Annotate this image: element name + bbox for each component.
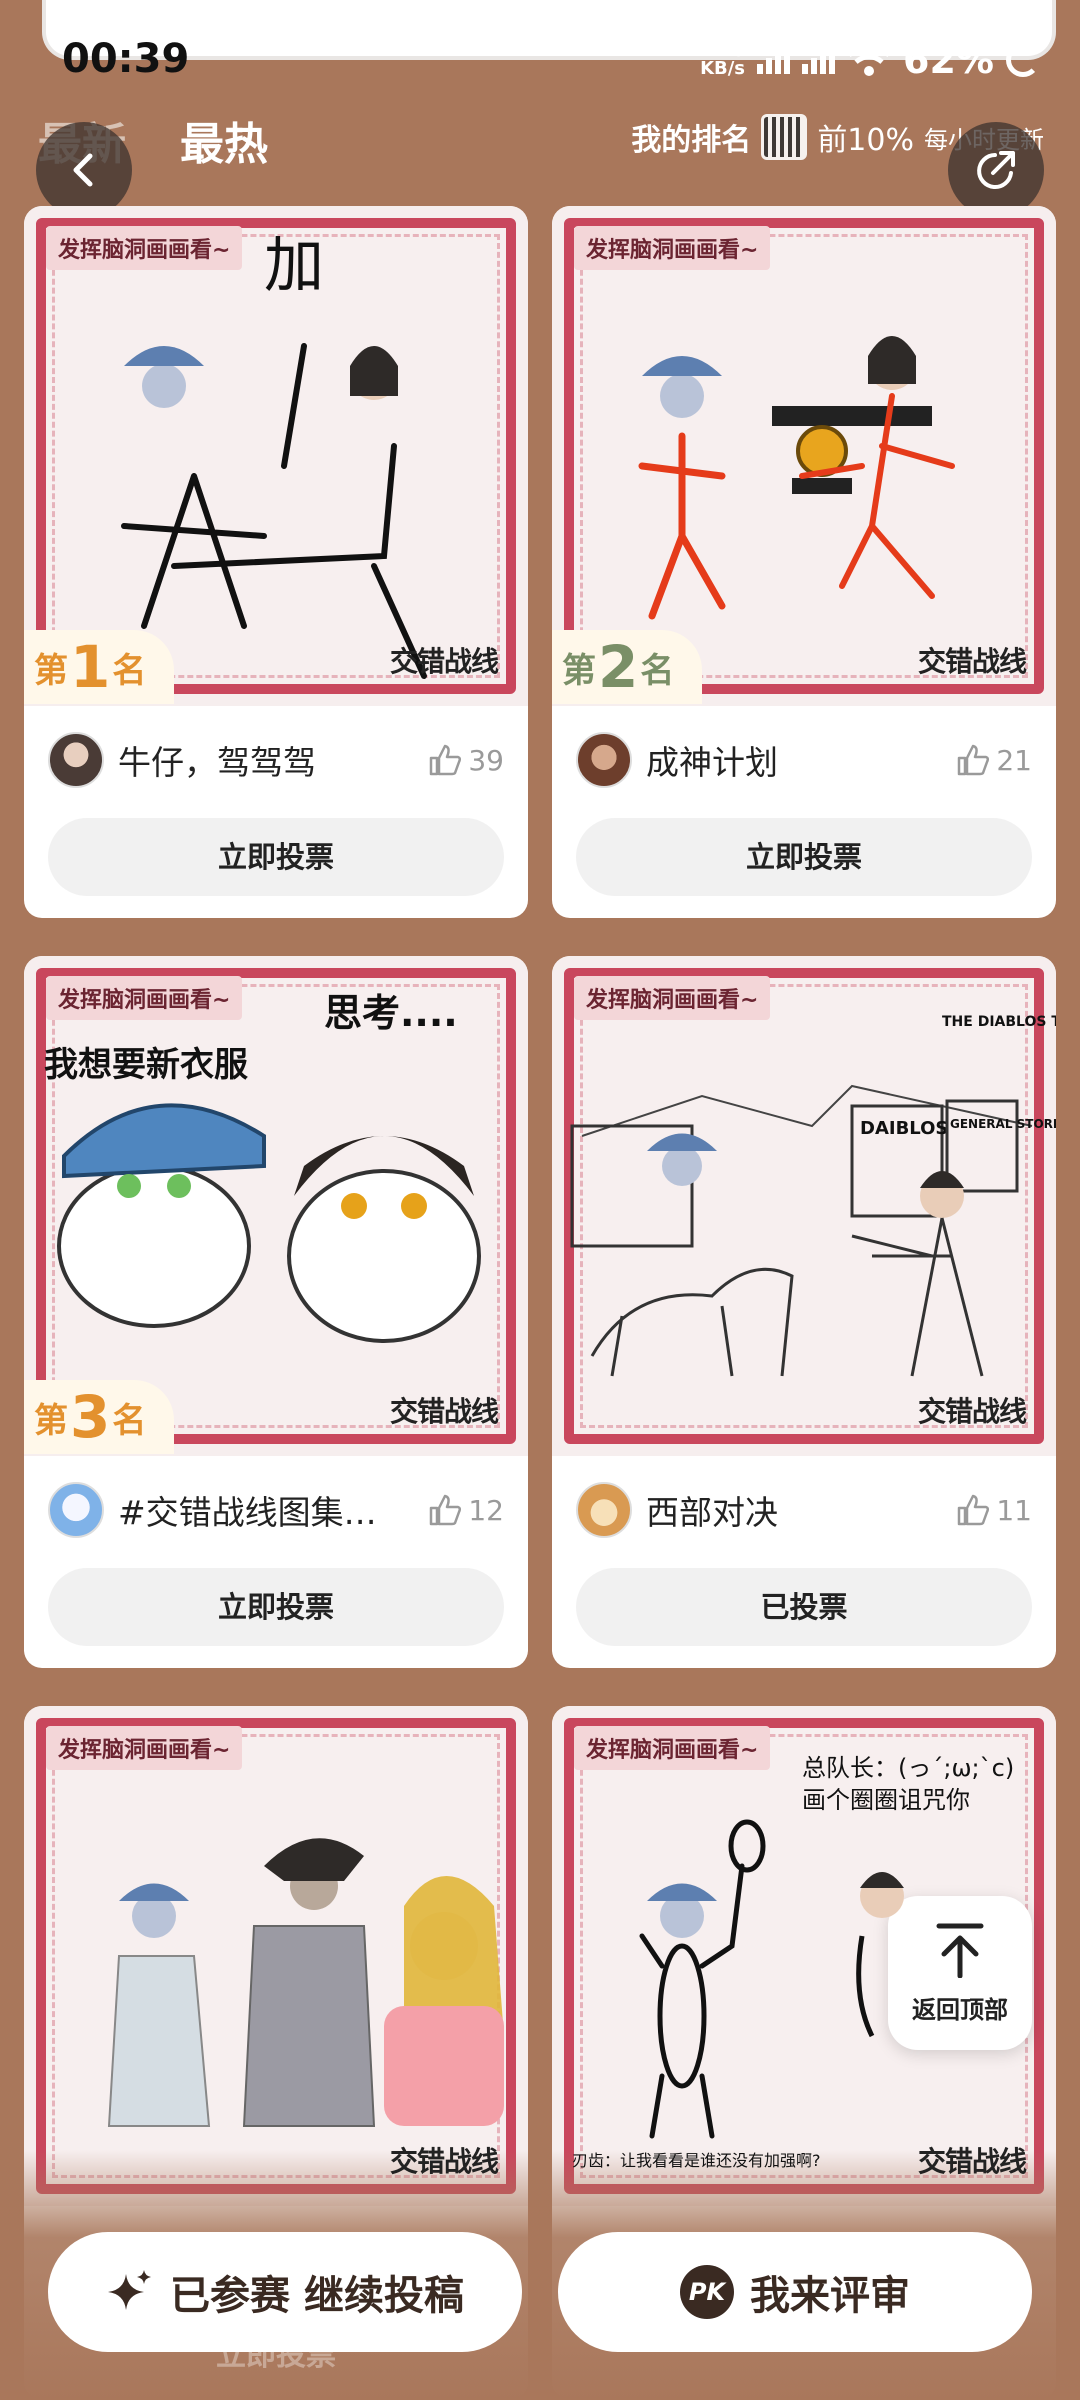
entry-artwork[interactable]: 发挥脑洞画画看~ THE DIABLOS TERRITORY DAIBLOS G… bbox=[552, 956, 1056, 1456]
avatar[interactable] bbox=[48, 732, 104, 788]
entry-card[interactable]: 发挥脑洞画画看~ 我想要新衣服 思考.... 交错战线 第 3 名 #交错战线图… bbox=[24, 956, 528, 1668]
entry-artwork[interactable]: 发挥脑洞画画看~ 我想要新衣服 思考.... 交错战线 第 3 名 bbox=[24, 956, 528, 1456]
thumbs-up-icon bbox=[958, 744, 990, 776]
vote-button[interactable]: 立即投票 bbox=[48, 818, 504, 896]
game-logo: 交错战线 bbox=[389, 645, 499, 678]
status-bar: 00:39 1.10 KB/s 5G 5G 62% bbox=[0, 30, 1080, 90]
net-speed: 1.10 KB/s bbox=[700, 40, 746, 79]
entry-title[interactable]: #交错战线图集… bbox=[118, 1486, 408, 1534]
avatar bbox=[761, 114, 808, 160]
art-tag: 发挥脑洞画画看~ bbox=[46, 226, 243, 270]
art-tag: 发挥脑洞画画看~ bbox=[46, 976, 243, 1020]
speech-right: 思考.... bbox=[324, 991, 458, 1035]
rank-badge: 第 3 名 bbox=[24, 1380, 174, 1454]
game-logo: 交错战线 bbox=[917, 2145, 1027, 2178]
game-logo: 交错战线 bbox=[917, 645, 1027, 678]
entry-title[interactable]: 西部对决 bbox=[646, 1486, 936, 1534]
like-count[interactable]: 12 bbox=[428, 1494, 504, 1527]
entry-meta: #交错战线图集… 12 bbox=[48, 1480, 504, 1540]
entry-title[interactable]: 成神计划 bbox=[646, 736, 936, 784]
art-tag: 发挥脑洞画画看~ bbox=[574, 976, 771, 1020]
signal-icon: 5G bbox=[757, 36, 791, 74]
pk-icon: PK bbox=[680, 2265, 734, 2319]
status-icons: 1.10 KB/s 5G 5G 62% bbox=[700, 36, 1040, 82]
thumbs-up-icon bbox=[430, 1494, 462, 1526]
art-tag: 发挥脑洞画画看~ bbox=[574, 226, 771, 270]
collage-drawing bbox=[107, 1838, 504, 2127]
like-count[interactable]: 11 bbox=[956, 1494, 1032, 1527]
entry-meta: 牛仔，驾驾驾 39 bbox=[48, 730, 504, 790]
sign-daiblos: DAIBLOS bbox=[860, 1118, 948, 1139]
loading-icon bbox=[1006, 43, 1040, 77]
avatar[interactable] bbox=[48, 1482, 104, 1538]
entry-card[interactable]: 发挥脑洞画画看~ THE DIABLOS TERRITORY DAIBLOS G… bbox=[552, 956, 1056, 1668]
sparkle-icon bbox=[108, 2270, 152, 2310]
entry-card[interactable]: 发挥脑洞画画看~ 交错战线 第 2 名 成神计划 21 立即投票 bbox=[552, 206, 1056, 918]
sign-store: GENERAL STORE bbox=[950, 1117, 1056, 1131]
continue-submit-button[interactable]: 已参赛 继续投稿 bbox=[48, 2232, 522, 2352]
like-count[interactable]: 21 bbox=[956, 744, 1032, 777]
status-time: 00:39 bbox=[62, 36, 190, 82]
rank-badge: 第 2 名 bbox=[552, 630, 702, 704]
art-tag: 发挥脑洞画画看~ bbox=[46, 1726, 243, 1770]
game-logo: 交错战线 bbox=[389, 1395, 499, 1428]
stick-figure-drawing: 总队长：(っ´;ω;`c) 画个圈圈诅咒你 刃齿：让我看看是谁还没有加强啊? bbox=[572, 1754, 1014, 2170]
rank-badge: 第 1 名 bbox=[24, 630, 174, 704]
entry-meta: 西部对决 11 bbox=[576, 1480, 1032, 1540]
territory-note: THE DIABLOS TERRITORY bbox=[942, 1014, 1056, 1030]
share-button[interactable] bbox=[948, 122, 1044, 218]
judge-button[interactable]: PK 我来评审 bbox=[558, 2232, 1032, 2352]
rank-label: 我的排名 bbox=[631, 123, 752, 158]
rank-value: 前10% bbox=[817, 123, 914, 158]
tabs-row: 最新 最热 我的排名 前10% 每小时更新 bbox=[0, 100, 1080, 180]
battery-level: 62% bbox=[903, 38, 994, 82]
voted-button[interactable]: 已投票 bbox=[576, 1568, 1032, 1646]
chevron-left-icon bbox=[73, 153, 93, 187]
entry-artwork[interactable]: 发挥脑洞画画看~ 总队长：(っ´;ω;`c) 画个圈圈诅咒你 刃齿：让我看看是谁… bbox=[552, 1706, 1056, 2206]
thumbs-up-icon bbox=[430, 744, 462, 776]
caption-top: 总队长：(っ´;ω;`c) bbox=[802, 1754, 1014, 1782]
game-logo: 交错战线 bbox=[917, 1395, 1027, 1428]
entry-artwork[interactable]: 发挥脑洞画画看~ 加 交错战线 第 1 名 bbox=[24, 206, 528, 706]
thumbs-up-icon bbox=[958, 1494, 990, 1526]
entry-artwork[interactable]: 发挥脑洞画画看~ 交错战线 第 2 名 bbox=[552, 206, 1056, 706]
like-count[interactable]: 39 bbox=[428, 744, 504, 777]
art-tag: 发挥脑洞画画看~ bbox=[574, 1726, 771, 1770]
share-icon bbox=[977, 151, 1015, 189]
avatar[interactable] bbox=[576, 1482, 632, 1538]
game-logo: 交错战线 bbox=[389, 2145, 499, 2178]
vote-button[interactable]: 立即投票 bbox=[576, 818, 1032, 896]
caption-top-2: 画个圈圈诅咒你 bbox=[802, 1786, 970, 1814]
entry-card[interactable]: 发挥脑洞画画看~ 加 交错战线 第 1 名 牛仔，驾驾驾 39 立即投票 bbox=[24, 206, 528, 918]
caption-bottom: 刃齿：让我看看是谁还没有加强啊? bbox=[572, 2151, 821, 2170]
scribble-text: 加 bbox=[264, 231, 324, 301]
avatar[interactable] bbox=[576, 732, 632, 788]
western-drawing: THE DIABLOS TERRITORY DAIBLOS GENERAL ST… bbox=[570, 1014, 1056, 1377]
tab-hot[interactable]: 最热 bbox=[180, 108, 268, 172]
signal-icon-2: 5G bbox=[802, 36, 836, 74]
speech-left: 我想要新衣服 bbox=[44, 1045, 248, 1085]
continue-submit-label: 已参赛 继续投稿 bbox=[170, 2273, 464, 2319]
judge-label: 我来评审 bbox=[750, 2273, 910, 2319]
entry-meta: 成神计划 21 bbox=[576, 730, 1032, 790]
vote-button[interactable]: 立即投票 bbox=[48, 1568, 504, 1646]
entry-title[interactable]: 牛仔，驾驾驾 bbox=[118, 736, 408, 784]
wifi-icon bbox=[847, 44, 891, 76]
entry-artwork[interactable]: 发挥脑洞画画看~ 交错战线 bbox=[24, 1706, 528, 2206]
back-button[interactable] bbox=[36, 122, 132, 218]
